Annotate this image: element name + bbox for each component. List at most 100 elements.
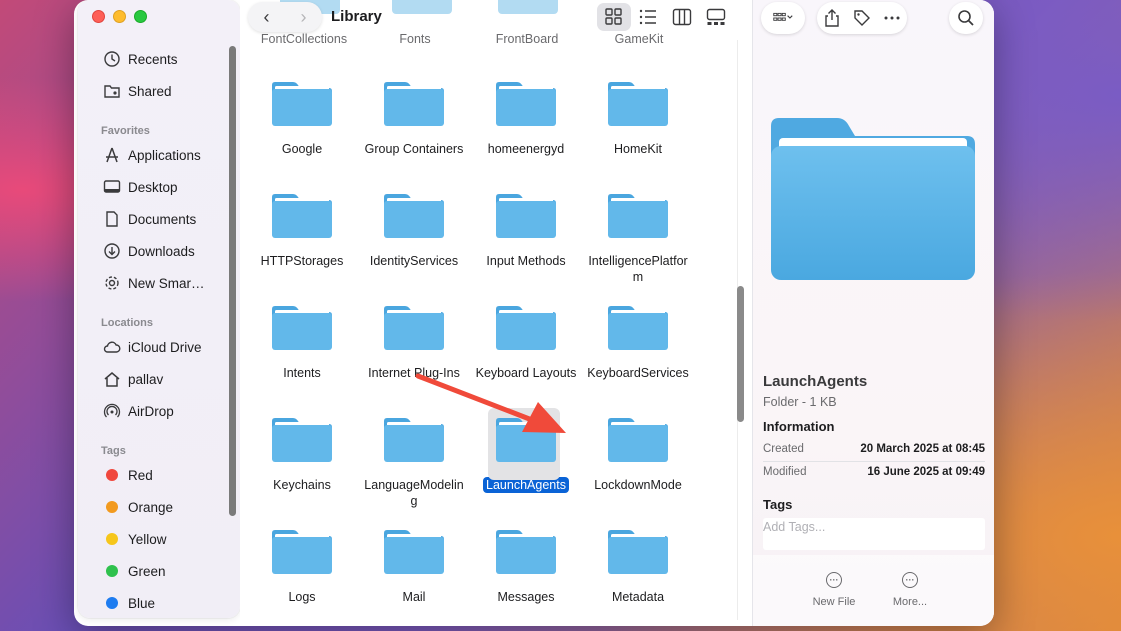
- document-icon: [102, 209, 122, 229]
- divider: [763, 461, 985, 462]
- column-view-button[interactable]: [665, 3, 699, 31]
- sidebar-item-label: Desktop: [128, 179, 178, 195]
- sidebar-item-applications[interactable]: Applications: [102, 143, 232, 167]
- information-heading: Information: [763, 419, 835, 434]
- action-button-group: [817, 2, 907, 34]
- folder-item[interactable]: Intents: [246, 304, 358, 382]
- grid-scrollbar-track: [737, 40, 744, 620]
- folder-item[interactable]: HomeKit: [582, 80, 694, 158]
- green-tag-dot: [106, 565, 118, 577]
- folder-icon: [496, 304, 556, 350]
- folder-item[interactable]: IntelligencePlatform: [582, 192, 694, 286]
- search-button[interactable]: [949, 2, 983, 34]
- folder-item[interactable]: Logs: [246, 528, 358, 606]
- folder-item[interactable]: Messages: [470, 528, 582, 606]
- tag-button[interactable]: [847, 9, 877, 27]
- sidebar-item-documents[interactable]: Documents: [102, 207, 232, 231]
- file-label[interactable]: FontCollections: [244, 32, 364, 46]
- folder-label: Keychains: [273, 478, 331, 492]
- share-button[interactable]: [817, 9, 847, 27]
- folder-item[interactable]: Mail: [358, 528, 470, 606]
- sidebar-item-label: Applications: [128, 147, 201, 163]
- icon-view-button[interactable]: [597, 3, 631, 31]
- search-icon: [958, 10, 974, 26]
- group-by-button[interactable]: [761, 2, 805, 34]
- gallery-icon: [706, 8, 726, 25]
- folder-item[interactable]: Input Methods: [470, 192, 582, 270]
- minimize-window-button[interactable]: [113, 10, 126, 23]
- sidebar-item-label: pallav: [128, 371, 164, 387]
- folder-label: Google: [281, 142, 323, 156]
- sidebar-item-home[interactable]: pallav: [102, 367, 232, 391]
- clock-icon: [102, 49, 122, 69]
- add-tags-field[interactable]: Add Tags...: [763, 518, 985, 550]
- modified-row: Modified 16 June 2025 at 09:49: [763, 466, 985, 478]
- grid-icon: [605, 8, 622, 25]
- folder-item[interactable]: HTTPStorages: [246, 192, 358, 270]
- download-icon: [102, 241, 122, 261]
- gallery-view-button[interactable]: [699, 3, 733, 31]
- folder-item[interactable]: Metadata: [582, 528, 694, 606]
- tags-section-heading: Tags: [763, 497, 793, 512]
- folder-icon: [496, 80, 556, 126]
- folder-label: Messages: [497, 590, 555, 604]
- folder-icon: [496, 528, 556, 574]
- created-value: 20 March 2025 at 08:45: [860, 443, 985, 455]
- share-icon: [825, 9, 839, 27]
- orange-tag-dot: [106, 501, 118, 513]
- back-button[interactable]: ‹: [264, 7, 270, 28]
- zoom-window-button[interactable]: [134, 10, 147, 23]
- sidebar-item-downloads[interactable]: Downloads: [102, 239, 232, 263]
- folder-item[interactable]: LanguageModeling: [358, 416, 470, 510]
- sidebar-item-shared[interactable]: Shared: [102, 79, 232, 103]
- folder-item[interactable]: Google: [246, 80, 358, 158]
- forward-button[interactable]: ›: [301, 7, 307, 28]
- sidebar-item-airdrop[interactable]: AirDrop: [102, 399, 232, 423]
- sidebar-tag-green[interactable]: Green: [102, 559, 232, 583]
- window-controls: [92, 10, 147, 23]
- sidebar-item-new-smart-folder[interactable]: New Smar…: [102, 271, 232, 295]
- list-icon: [639, 9, 656, 25]
- more-actions-button[interactable]: [877, 9, 907, 27]
- folder-item[interactable]: KeyboardServices: [582, 304, 694, 382]
- group-icon: [773, 12, 793, 21]
- folder-label: Group Containers: [364, 142, 464, 156]
- blue-tag-dot: [106, 597, 118, 609]
- folder-item[interactable]: Keychains: [246, 416, 358, 494]
- inspector-action-bar: [753, 555, 994, 626]
- folder-item[interactable]: Keyboard Layouts: [470, 304, 582, 382]
- ellipsis-circle-icon: ···: [826, 572, 842, 588]
- yellow-tag-dot: [106, 533, 118, 545]
- sidebar-item-label: Shared: [128, 83, 172, 99]
- sidebar-scrollbar[interactable]: [229, 46, 236, 516]
- folder-icon: [384, 80, 444, 126]
- more-label: More...: [892, 596, 928, 608]
- folder-item[interactable]: LaunchAgents: [470, 408, 582, 494]
- sidebar-tag-red[interactable]: Red: [102, 463, 232, 487]
- file-label[interactable]: Fonts: [355, 32, 475, 46]
- folder-label: KeyboardServices: [587, 366, 689, 380]
- folder-item[interactable]: Internet Plug-Ins: [358, 304, 470, 382]
- folder-item[interactable]: LockdownMode: [582, 416, 694, 494]
- sidebar-tag-yellow[interactable]: Yellow: [102, 527, 232, 551]
- sidebar-tag-orange[interactable]: Orange: [102, 495, 232, 519]
- grid-scrollbar-thumb[interactable]: [737, 286, 744, 422]
- more-button[interactable]: ··· More...: [875, 568, 945, 608]
- airdrop-icon: [102, 401, 122, 421]
- sidebar-item-icloud-drive[interactable]: iCloud Drive: [102, 335, 232, 359]
- folder-item[interactable]: Group Containers: [358, 80, 470, 158]
- sidebar-tag-blue[interactable]: Blue: [102, 591, 232, 615]
- folder-item[interactable]: homeenergyd: [470, 80, 582, 158]
- folder-label: homeenergyd: [487, 142, 565, 156]
- folder-item[interactable]: IdentityServices: [358, 192, 470, 270]
- file-label[interactable]: GameKit: [579, 32, 699, 46]
- desktop-icon: [102, 177, 122, 197]
- partial-row-labels: FontCollections Fonts FrontBoard GameKit: [240, 32, 740, 50]
- close-window-button[interactable]: [92, 10, 105, 23]
- list-view-button[interactable]: [631, 3, 665, 31]
- folder-label: Mail: [402, 590, 426, 604]
- sidebar-item-desktop[interactable]: Desktop: [102, 175, 232, 199]
- file-label[interactable]: FrontBoard: [467, 32, 587, 46]
- new-file-button[interactable]: ··· New File: [799, 568, 869, 608]
- sidebar-item-recents[interactable]: Recents: [102, 47, 232, 71]
